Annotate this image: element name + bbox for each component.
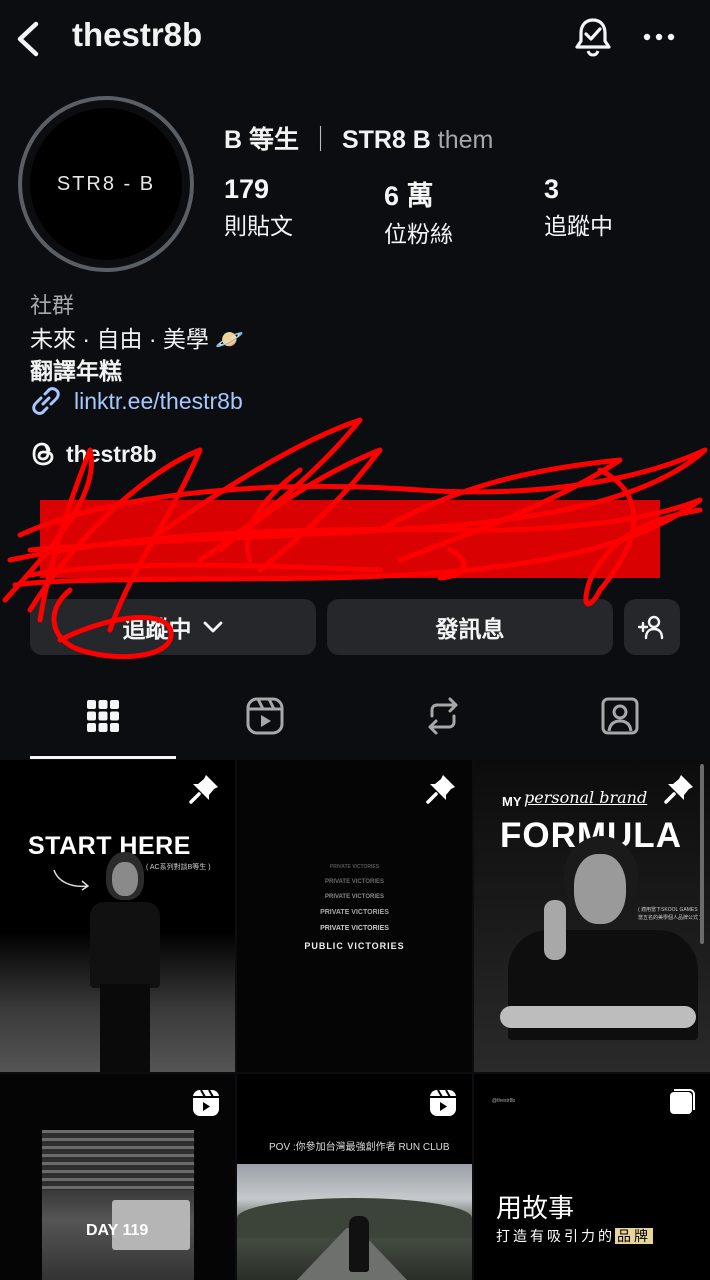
carousel-icon: [670, 1089, 695, 1114]
name-suffix-light: them: [437, 126, 494, 154]
tab-posts-grid[interactable]: [30, 690, 176, 759]
post-subtitle: 打造有吸引力的 品牌: [496, 1226, 653, 1246]
posts-count-value: 179: [224, 174, 270, 204]
display-name: B 等生: [224, 126, 300, 154]
red-scribble-redaction: [2, 417, 708, 659]
post-handle: @thestr8b: [492, 1098, 516, 1104]
post-title: POV :你參加台灣最強創作者 RUN CLUB: [269, 1142, 450, 1153]
post-line: PRIVATE VICTORIES: [320, 909, 389, 916]
back-button[interactable]: [14, 20, 42, 58]
bio-line-2: 翻譯年糕: [30, 358, 122, 384]
avatar-text: STR8 - B: [56, 172, 156, 195]
post-title-small: MY: [502, 794, 522, 809]
post-tile-day-119[interactable]: DAY 119: [0, 1074, 235, 1280]
post-text-stack: PRIVATE VICTORIES PRIVATE VICTORIES PRIV…: [237, 864, 472, 951]
tab-reels[interactable]: [192, 690, 338, 756]
tab-tagged[interactable]: [547, 690, 693, 756]
pin-icon: [664, 775, 693, 804]
post-line: PRIVATE VICTORIES: [324, 894, 384, 900]
post-tile-private-victories[interactable]: PRIVATE VICTORIES PRIVATE VICTORIES PRIV…: [237, 760, 472, 1072]
name-suffix-bold: STR8 B: [341, 126, 431, 154]
post-tile-storytelling[interactable]: @thestr8b 用故事 打造有吸引力的 品牌: [474, 1074, 710, 1280]
more-dots-icon: [643, 33, 675, 41]
more-options-button[interactable]: [642, 28, 676, 46]
bell-check-icon: [575, 18, 611, 57]
grid-icon: [87, 700, 119, 732]
followers-count[interactable]: 6 萬 位粉絲: [384, 174, 453, 249]
post-title: DAY 119: [86, 1222, 149, 1239]
post-tile-start-here[interactable]: START HERE ( AC系列對談B等生 ): [0, 760, 235, 1072]
post-line: PRIVATE VICTORIES: [329, 864, 380, 870]
arrow-doodle: [53, 869, 90, 891]
post-subtitle-text: 打造有吸引力的: [496, 1228, 615, 1244]
post-line: PRIVATE VICTORIES: [320, 925, 389, 932]
avatar[interactable]: STR8 - B: [18, 96, 194, 272]
followers-count-value: 6 萬: [384, 181, 434, 211]
posts-count-label: 則貼文: [224, 213, 293, 239]
profile-name: B 等生 ｜ STR8 B them: [224, 120, 493, 156]
pin-icon: [426, 775, 455, 804]
reel-badge-icon: [193, 1089, 219, 1116]
person-photo: [88, 852, 162, 1072]
post-subtitle-highlight: 品牌: [615, 1228, 653, 1244]
repost-icon: [428, 697, 458, 735]
name-separator: ｜: [307, 126, 333, 154]
tab-reposts[interactable]: [370, 690, 516, 756]
post-title: 用故事: [496, 1193, 575, 1223]
reels-icon: [246, 697, 284, 735]
scrollbar[interactable]: [700, 764, 704, 944]
pin-icon: [189, 775, 218, 804]
post-tile-run-club[interactable]: POV :你參加台灣最強創作者 RUN CLUB: [237, 1074, 472, 1280]
profile-category: 社群: [30, 293, 75, 318]
following-count-value: 3: [544, 174, 560, 204]
following-count-label: 追蹤中: [544, 213, 613, 239]
notification-bell-button[interactable]: [574, 16, 612, 58]
following-count[interactable]: 3 追蹤中: [544, 174, 613, 241]
chevron-left-icon: [17, 21, 39, 57]
posts-count[interactable]: 179 則貼文: [224, 174, 293, 241]
person-photo: [498, 830, 698, 1072]
tagged-person-icon: [601, 697, 639, 735]
post-line: PRIVATE VICTORIES: [324, 879, 384, 885]
reel-badge-icon: [430, 1089, 456, 1116]
post-title-script: personal brand: [524, 788, 648, 807]
followers-count-label: 位粉絲: [384, 221, 453, 247]
post-line: PUBLIC VICTORIES: [304, 941, 405, 951]
post-tile-formula[interactable]: MY personal brand FORMULA ( 適用當下SKOOL GA…: [474, 760, 710, 1072]
header-username: thestr8b: [72, 16, 203, 53]
post-photo: [42, 1130, 194, 1280]
post-photo: [237, 1164, 472, 1280]
bio-line-1: 未來 · 自由 · 美學 🪐: [30, 326, 244, 352]
